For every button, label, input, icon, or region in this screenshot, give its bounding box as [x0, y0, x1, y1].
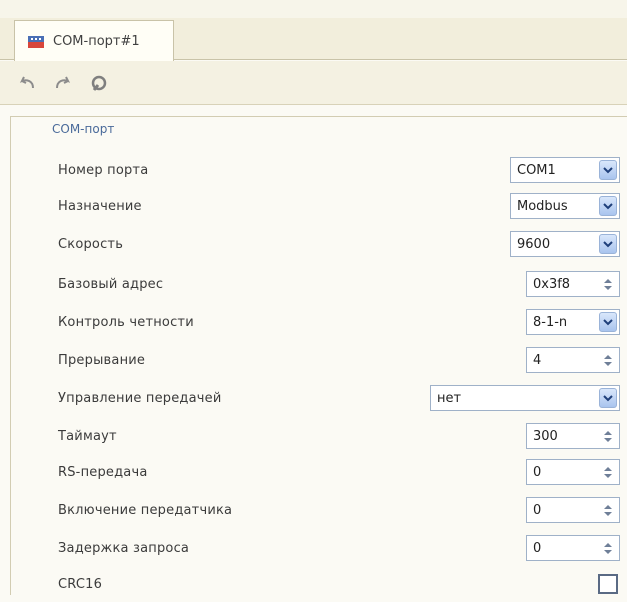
- chevron-down-icon[interactable]: [599, 160, 617, 180]
- undo-icon[interactable]: [16, 72, 38, 94]
- speed-select[interactable]: 9600: [510, 231, 620, 257]
- interrupt-label: Прерывание: [58, 352, 146, 368]
- chevron-down-icon[interactable]: [599, 312, 617, 332]
- redo-icon[interactable]: [52, 72, 74, 94]
- crc16-checkbox[interactable]: [598, 574, 618, 594]
- parity-value: 8-1-n: [533, 314, 568, 330]
- tab-com-port[interactable]: COM-порт#1: [14, 20, 174, 62]
- row-request-delay: Задержка запроса 0: [48, 530, 627, 566]
- parity-select[interactable]: 8-1-n: [526, 309, 620, 335]
- interrupt-value: 4: [533, 352, 542, 368]
- transfer-control-select[interactable]: нет: [430, 385, 620, 411]
- row-rs-transfer: RS-передача 0: [48, 454, 627, 490]
- purpose-select[interactable]: Modbus: [510, 193, 620, 219]
- transmitter-enable-label: Включение передатчика: [58, 502, 233, 518]
- request-delay-spinner[interactable]: 0: [526, 535, 620, 561]
- rs-transfer-spinner[interactable]: 0: [526, 459, 620, 485]
- base-address-value: 0x3f8: [533, 276, 571, 292]
- window-top-strip: [0, 0, 627, 18]
- speed-label: Скорость: [58, 236, 124, 252]
- timeout-value: 300: [533, 428, 558, 444]
- base-address-label: Базовый адрес: [58, 276, 164, 292]
- rs-transfer-label: RS-передача: [58, 464, 148, 480]
- base-address-spinner[interactable]: 0x3f8: [526, 271, 620, 297]
- speed-value: 9600: [517, 236, 551, 252]
- row-parity: Контроль четности 8-1-n: [48, 304, 627, 340]
- spin-arrows-icon[interactable]: [601, 273, 615, 295]
- spin-arrows-icon[interactable]: [601, 349, 615, 371]
- com-port-icon: [27, 34, 45, 50]
- section-title: COM-порт: [52, 122, 115, 136]
- spin-arrows-icon[interactable]: [601, 461, 615, 483]
- purpose-value: Modbus: [517, 198, 568, 214]
- toolbar: [0, 61, 627, 105]
- row-timeout: Таймаут 300: [48, 418, 627, 454]
- port-number-value: COM1: [517, 162, 556, 178]
- spin-arrows-icon[interactable]: [601, 537, 615, 559]
- row-crc16: CRC16: [48, 566, 627, 602]
- request-delay-value: 0: [533, 540, 542, 556]
- transfer-control-label: Управление передачей: [58, 390, 222, 406]
- parity-label: Контроль четности: [58, 314, 194, 330]
- chevron-down-icon[interactable]: [599, 388, 617, 408]
- interrupt-spinner[interactable]: 4: [526, 347, 620, 373]
- port-number-select[interactable]: COM1: [510, 157, 620, 183]
- chevron-down-icon[interactable]: [599, 196, 617, 216]
- row-speed: Скорость 9600: [48, 226, 627, 262]
- port-number-label: Номер порта: [58, 162, 149, 178]
- spin-arrows-icon[interactable]: [601, 425, 615, 447]
- transmitter-enable-spinner[interactable]: 0: [526, 497, 620, 523]
- tab-label: COM-порт#1: [53, 34, 140, 49]
- crc16-label: CRC16: [58, 576, 103, 592]
- chevron-down-icon[interactable]: [599, 234, 617, 254]
- spin-arrows-icon[interactable]: [601, 499, 615, 521]
- row-base-address: Базовый адрес 0x3f8: [48, 266, 627, 302]
- row-transfer-control: Управление передачей нет: [48, 380, 627, 416]
- request-delay-label: Задержка запроса: [58, 540, 190, 556]
- row-purpose: Назначение Modbus: [48, 188, 627, 224]
- transfer-control-value: нет: [437, 390, 462, 406]
- timeout-spinner[interactable]: 300: [526, 423, 620, 449]
- row-transmitter-enable: Включение передатчика 0: [48, 492, 627, 528]
- purpose-label: Назначение: [58, 198, 142, 214]
- timeout-label: Таймаут: [58, 428, 117, 444]
- tools-icon[interactable]: [88, 72, 110, 94]
- row-port-number: Номер порта COM1: [48, 152, 627, 188]
- transmitter-enable-value: 0: [533, 502, 542, 518]
- rs-transfer-value: 0: [533, 464, 542, 480]
- row-interrupt: Прерывание 4: [48, 342, 627, 378]
